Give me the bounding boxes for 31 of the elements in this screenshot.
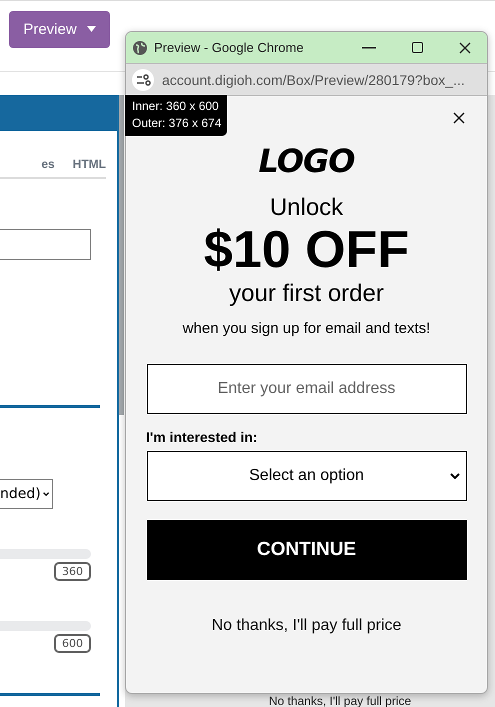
value-badge: 600 [54,634,91,653]
site-settings-icon[interactable] [132,68,154,90]
close-icon[interactable] [459,42,471,54]
tab[interactable]: HTML [72,157,106,171]
close-button[interactable] [453,112,465,124]
globe-icon [132,40,148,56]
preview-button[interactable]: Preview [9,10,110,48]
offer-text: $10 OFF [204,222,410,278]
headline: Unlock [270,194,344,222]
tooltip-line: Outer: 376 x 674 [132,115,222,132]
interest-label: I'm interested in: [146,429,258,445]
minimize-icon[interactable] [362,46,376,48]
subheadline: your first order [229,280,384,308]
input-field[interactable] [0,229,91,260]
tab[interactable]: es [41,157,55,171]
continue-button[interactable]: CONTINUE [146,520,466,580]
window-title: Preview - Google Chrome [154,40,305,55]
chevron-down-icon [42,491,49,497]
decline-link[interactable]: No thanks, I'll pay full price [212,617,402,635]
chevron-down-icon [450,473,460,479]
select-field[interactable]: nded) [0,479,53,509]
email-field[interactable]: Enter your email address [146,364,466,414]
close-icon [453,112,465,124]
value-badge: 360 [54,562,91,581]
interest-select[interactable]: Select an option [146,451,466,501]
scrollbar-thumb[interactable] [119,95,124,415]
logo: LOGO [258,142,354,180]
tooltip-line: Inner: 360 x 600 [132,98,220,115]
maximize-icon[interactable] [412,42,423,53]
signup-note: when you sign up for email and texts! [182,320,430,337]
caret-icon [86,26,96,32]
